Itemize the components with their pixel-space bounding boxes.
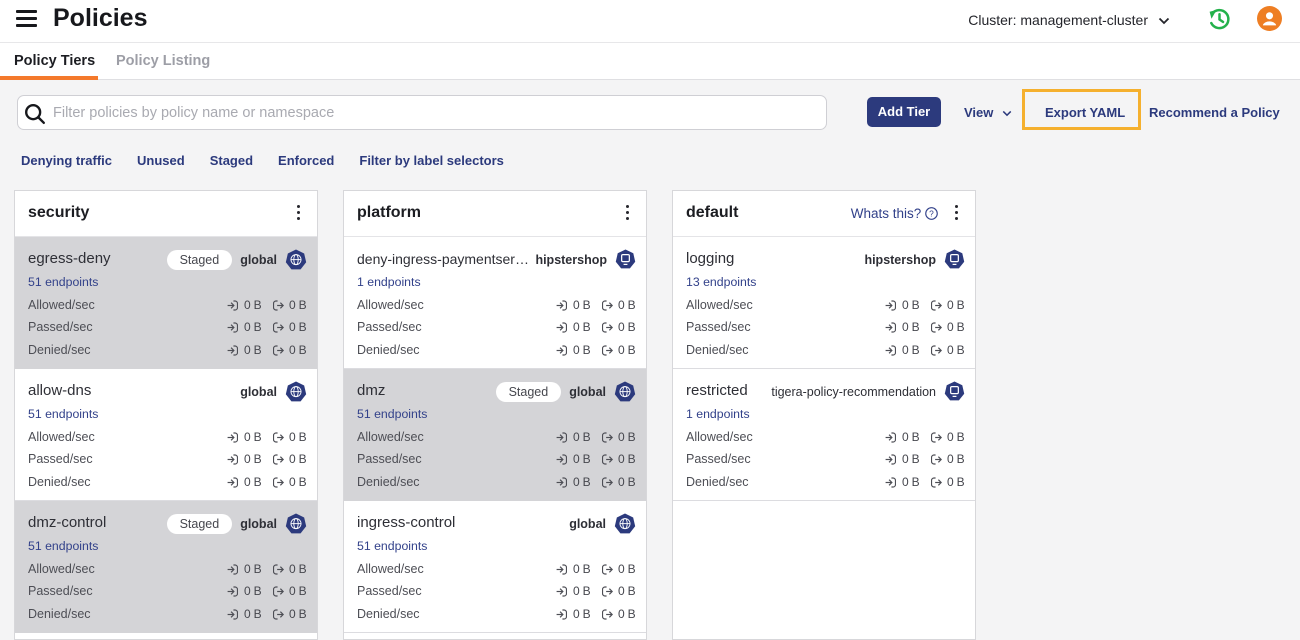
- svg-text:?: ?: [929, 208, 934, 218]
